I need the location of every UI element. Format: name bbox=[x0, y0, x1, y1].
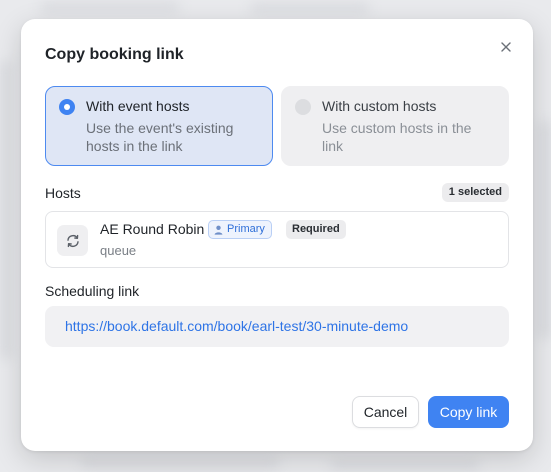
option-custom-hosts[interactable]: With custom hosts Use custom hosts in th… bbox=[281, 86, 509, 166]
hosts-label: Hosts bbox=[45, 185, 81, 201]
primary-badge: Primary bbox=[208, 220, 272, 239]
cancel-button[interactable]: Cancel bbox=[352, 396, 419, 428]
option-description: Use custom hosts in the link bbox=[322, 120, 472, 154]
option-event-hosts[interactable]: With event hosts Use the event's existin… bbox=[45, 86, 273, 166]
radio-custom-hosts[interactable] bbox=[295, 99, 311, 115]
host-item[interactable]: AE Round Robin Primary Required queue bbox=[45, 211, 509, 268]
option-description: Use the event's existing hosts in the li… bbox=[86, 120, 234, 154]
copy-link-button[interactable]: Copy link bbox=[428, 396, 509, 428]
dialog-title: Copy booking link bbox=[45, 46, 184, 63]
required-badge: Required bbox=[286, 220, 346, 239]
close-button[interactable] bbox=[497, 38, 515, 56]
user-icon bbox=[214, 225, 223, 235]
host-name: AE Round Robin bbox=[100, 221, 205, 237]
option-title: With custom hosts bbox=[322, 98, 437, 114]
scheduling-link-field[interactable]: https://book.default.com/book/earl-test/… bbox=[45, 306, 509, 347]
host-avatar bbox=[57, 225, 88, 256]
close-icon bbox=[501, 42, 511, 52]
option-title: With event hosts bbox=[86, 98, 190, 114]
radio-event-hosts[interactable] bbox=[59, 99, 75, 115]
host-subtitle: queue bbox=[100, 243, 137, 258]
refresh-cycle-icon bbox=[66, 234, 79, 247]
primary-badge-label: Primary bbox=[227, 223, 265, 235]
copy-booking-link-dialog: Copy booking link With event hosts Use t… bbox=[21, 19, 533, 451]
scheduling-link-label: Scheduling link bbox=[45, 283, 140, 299]
selected-count-badge: 1 selected bbox=[441, 183, 509, 202]
